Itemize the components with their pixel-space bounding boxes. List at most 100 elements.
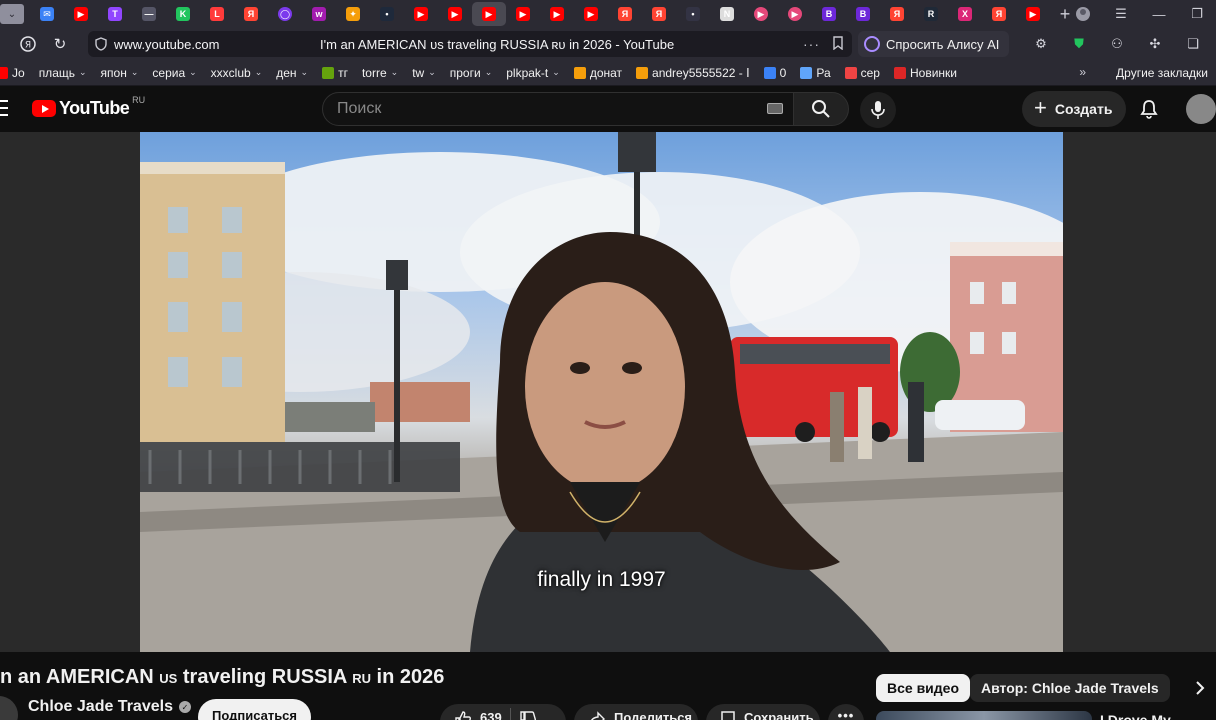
bookmark-item[interactable]: plkpak-t ⌄ <box>506 66 560 80</box>
translate-extension-icon[interactable]: ⚙ <box>1028 31 1054 57</box>
browser-tab[interactable]: ▶ <box>778 2 812 26</box>
address-bar[interactable]: www.youtube.com I'm an AMERICAN ᴜs trave… <box>88 31 852 57</box>
bookmark-item[interactable]: япон ⌄ <box>101 66 139 80</box>
browser-tab[interactable]: • <box>370 2 404 26</box>
browser-tab[interactable]: ✦ <box>336 2 370 26</box>
bookmark-item[interactable]: xxxclub ⌄ <box>211 66 263 80</box>
video-player[interactable]: finally in 1997 <box>140 132 1063 652</box>
youtube-logo[interactable]: YouTube RU <box>32 95 145 119</box>
bookmark-item[interactable]: ден ⌄ <box>276 66 308 80</box>
account-avatar[interactable] <box>1186 94 1216 124</box>
ask-alice-button[interactable]: Спросить Алису AI <box>858 31 1010 57</box>
browser-tab[interactable]: ▶ <box>404 2 438 26</box>
bookmark-item[interactable]: сер <box>844 66 880 80</box>
browser-tab[interactable]: ▶ <box>438 2 472 26</box>
bookmark-label: Ра <box>816 65 831 80</box>
recommendation-title[interactable]: I Drove My <box>1100 712 1171 720</box>
sidebar-panel-icon[interactable]: ❏ <box>1180 31 1206 57</box>
more-icon[interactable]: ··· <box>803 36 820 52</box>
browser-tab[interactable]: ▶ <box>472 2 506 26</box>
puzzle-extension-icon[interactable]: ✣ <box>1142 31 1168 57</box>
r-icon: R <box>924 7 938 21</box>
browser-tab[interactable]: B <box>846 2 880 26</box>
browser-tab[interactable]: N <box>710 2 744 26</box>
bookmark-item[interactable]: Jo <box>0 66 25 80</box>
channel-name-link[interactable]: Chloe Jade Travels ✓ <box>28 698 191 716</box>
bookmarks-overflow-button[interactable]: » <box>1079 65 1086 79</box>
voice-search-button[interactable] <box>860 92 896 128</box>
chip-by-author[interactable]: Автор: Chloe Jade Travels <box>970 674 1170 702</box>
browser-tab[interactable]: ✉ <box>30 2 64 26</box>
glasses-extension-icon[interactable]: ⚇ <box>1104 31 1130 57</box>
share-button[interactable]: Поделиться <box>574 704 698 720</box>
browser-tab[interactable]: ▶ <box>540 2 574 26</box>
browser-tab[interactable]: Я <box>982 2 1016 26</box>
bookmark-item[interactable]: Ра <box>800 65 831 80</box>
other-bookmarks[interactable]: Другие закладки <box>1116 66 1208 80</box>
browser-tab[interactable]: T <box>98 2 132 26</box>
yandex-icon: Я <box>618 7 632 21</box>
thumbs-down-icon[interactable] <box>519 710 537 720</box>
save-button[interactable]: Сохранить <box>706 704 820 720</box>
bookmark-item[interactable]: andrey5555522 - Ⅰ <box>636 66 750 80</box>
bookmark-item[interactable]: проги ⌄ <box>450 66 492 80</box>
bookmark-item[interactable]: плащь ⌄ <box>39 66 87 80</box>
bookmark-item[interactable]: тг <box>322 66 348 80</box>
bookmark-item[interactable]: torre ⌄ <box>362 66 398 80</box>
bookmark-item[interactable]: донат <box>573 65 623 80</box>
search-input[interactable] <box>323 100 743 118</box>
bookmark-label: донат <box>589 65 623 80</box>
subscribe-button[interactable]: Подписаться <box>198 699 312 720</box>
guide-menu-icon[interactable] <box>0 100 8 116</box>
browser-tab[interactable]: Я <box>608 2 642 26</box>
restore-icon[interactable]: ❐ <box>1178 0 1216 28</box>
circle-icon: ◯ <box>278 7 292 21</box>
channel-name: Chloe Jade Travels <box>28 698 173 715</box>
reload-icon[interactable]: ↻ <box>44 28 76 60</box>
bookmark-favicon-icon <box>893 66 906 79</box>
bookmark-icon[interactable] <box>832 35 844 53</box>
search-button[interactable] <box>793 92 849 126</box>
browser-tab[interactable]: ▶ <box>744 2 778 26</box>
bookmark-favicon-icon <box>0 66 8 79</box>
browser-tab[interactable]: w <box>302 2 336 26</box>
menu-icon[interactable]: ☰ <box>1102 0 1140 28</box>
browser-tab[interactable]: ▶ <box>506 2 540 26</box>
bookmark-item[interactable]: 0 <box>763 66 786 80</box>
play-circle-icon: ▶ <box>754 7 768 21</box>
minimize-icon[interactable]: — <box>1140 0 1178 28</box>
browser-tab[interactable]: X <box>948 2 982 26</box>
browser-tab[interactable]: ◯ <box>268 2 302 26</box>
browser-tab[interactable]: Я <box>880 2 914 26</box>
tab-overview-button[interactable]: ⌄ <box>0 4 24 24</box>
browser-tab[interactable]: • <box>676 2 710 26</box>
url-text[interactable]: www.youtube.com <box>114 37 294 52</box>
browser-tab[interactable]: Я <box>642 2 676 26</box>
youtube-icon: ▶ <box>482 7 496 21</box>
bookmark-item[interactable]: Новинки <box>893 66 957 80</box>
browser-tab[interactable]: ▶ <box>574 2 608 26</box>
create-button[interactable]: + Создать <box>1022 91 1127 127</box>
browser-tab[interactable]: — <box>132 2 166 26</box>
more-actions-button[interactable]: ••• <box>828 704 864 720</box>
browser-tab[interactable]: Я <box>234 2 268 26</box>
shield-extension-icon[interactable]: ⛊ <box>1066 31 1092 57</box>
like-button[interactable]: 639 <box>440 704 566 720</box>
browser-tab[interactable]: R <box>914 2 948 26</box>
chips-next-chevron-icon[interactable] <box>1186 674 1214 702</box>
keyboard-icon[interactable] <box>767 103 783 114</box>
browser-tab[interactable]: L <box>200 2 234 26</box>
bookmark-item[interactable]: сериа ⌄ <box>152 66 196 80</box>
browser-tab[interactable]: ▶ <box>64 2 98 26</box>
channel-avatar[interactable] <box>0 696 18 720</box>
bookmark-item[interactable]: tw ⌄ <box>412 66 436 80</box>
browser-tab[interactable]: ▶ <box>1016 2 1050 26</box>
chip-all-videos[interactable]: Все видео <box>876 674 971 702</box>
site-info-icon[interactable] <box>88 37 114 51</box>
recommendation-thumbnail[interactable] <box>876 711 1092 720</box>
browser-tab[interactable]: K <box>166 2 200 26</box>
browser-tab[interactable]: B <box>812 2 846 26</box>
notifications-bell-icon[interactable] <box>1134 96 1164 122</box>
yandex-home-icon[interactable]: Я <box>12 28 44 60</box>
profile-icon[interactable] <box>1064 0 1102 28</box>
